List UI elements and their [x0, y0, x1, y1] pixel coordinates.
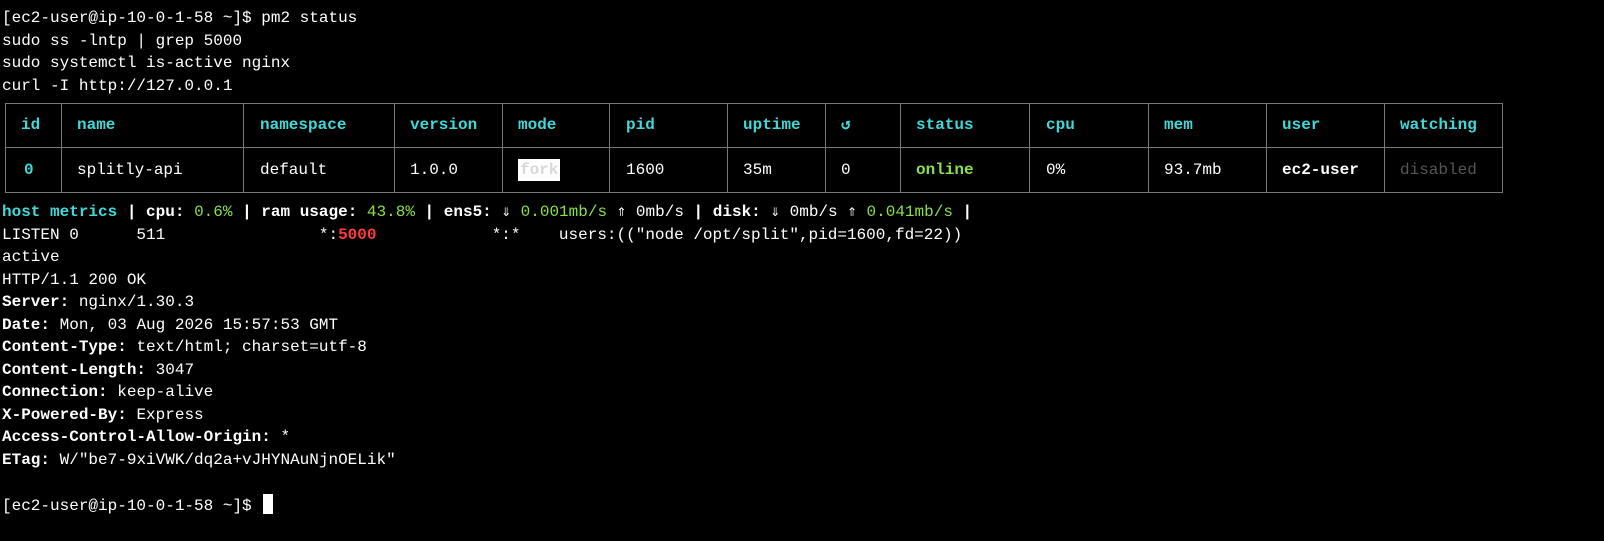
- cell-namespace: default: [260, 161, 328, 179]
- cell-id: 0: [24, 161, 34, 179]
- cell-cpu: 0%: [1046, 161, 1066, 179]
- disk-label: disk:: [712, 203, 761, 221]
- http-header-key: Content-Length:: [2, 360, 147, 379]
- ss-output-line: LISTEN 0 511 *:5000 *:* users:(("node /o…: [2, 224, 1600, 247]
- up-arrow-icon: ⇑: [616, 203, 627, 221]
- ram-label: ram usage:: [261, 203, 358, 221]
- terminal[interactable]: [ec2-user@ip-10-0-1-58 ~]$ pm2 status su…: [2, 7, 1600, 516]
- header-mem: mem: [1164, 116, 1193, 134]
- down-arrow-icon: ⇓: [770, 203, 781, 221]
- http-header-line: Date: Mon, 03 Aug 2026 15:57:53 GMT: [2, 314, 1600, 337]
- host-metrics-label: host metrics: [2, 203, 118, 221]
- http-header-line: Content-Length: 3047: [2, 359, 1600, 382]
- down-arrow-icon: ⇓: [501, 203, 512, 221]
- header-version: version: [410, 116, 478, 134]
- http-header-key: Date:: [2, 315, 51, 334]
- ram-value: 43.8%: [366, 203, 415, 221]
- http-header-value: nginx/1.30.3: [78, 293, 195, 311]
- header-user: user: [1282, 116, 1321, 134]
- http-header-line: Content-Type: text/html; charset=utf-8: [2, 336, 1600, 359]
- header-watching: watching: [1400, 116, 1477, 134]
- http-header-line: X-Powered-By: Express: [2, 404, 1600, 427]
- net-up-value: 0mb/s: [635, 203, 684, 221]
- cpu-value: 0.6%: [194, 203, 233, 221]
- http-status-line: HTTP/1.1 200 OK: [2, 270, 147, 289]
- net-down-value: 0.001mb/s: [520, 203, 608, 221]
- ss-local-port: 5000: [338, 225, 377, 244]
- http-header-value: *: [280, 428, 291, 446]
- http-header-key: X-Powered-By:: [2, 405, 127, 424]
- http-header-value: Express: [136, 405, 204, 424]
- cell-mem: 93.7mb: [1164, 161, 1222, 179]
- cell-status: online: [916, 161, 974, 179]
- http-header-key: Connection:: [2, 383, 108, 401]
- header-name: name: [77, 116, 116, 134]
- disk-down-value: 0mb/s: [789, 203, 838, 221]
- command-text: pm2 status: [261, 9, 358, 27]
- cpu-label: cpu:: [146, 203, 185, 221]
- http-header-key: Access-Control-Allow-Origin:: [2, 428, 271, 446]
- header-mode: mode: [518, 116, 557, 134]
- disk-up-value: 0.041mb/s: [866, 203, 953, 221]
- cell-uptime: 35m: [743, 161, 772, 179]
- nginx-status-line: active: [2, 248, 60, 266]
- table-row: 0 splitly-api default 1.0.0 fork 1600 35…: [5, 159, 1503, 181]
- shell-prompt: [ec2-user@ip-10-0-1-58 ~]$: [2, 9, 252, 27]
- http-header-value: Mon, 03 Aug 2026 15:57:53 GMT: [59, 315, 339, 334]
- http-header-value: 3047: [155, 360, 195, 379]
- shell-prompt: [ec2-user@ip-10-0-1-58 ~]$: [2, 496, 252, 515]
- header-namespace: namespace: [260, 116, 347, 134]
- cell-restarts: 0: [841, 161, 851, 179]
- http-header-line: Server: nginx/1.30.3: [2, 291, 1600, 314]
- cell-pid: 1600: [626, 161, 665, 179]
- cell-mode: fork: [518, 159, 561, 181]
- http-header-value: text/html; charset=utf-8: [136, 338, 367, 356]
- http-header-key: Server:: [2, 293, 70, 311]
- command-line-4: curl -I http://127.0.0.1: [2, 76, 233, 95]
- header-pid: pid: [626, 116, 655, 134]
- http-header-line: ETag: W/"be7-9xiVWK/dq2a+vJHYNAuNjnOELik…: [2, 449, 1600, 472]
- header-id: id: [21, 116, 41, 134]
- command-line-1: [ec2-user@ip-10-0-1-58 ~]$ pm2 status: [2, 7, 1600, 30]
- cell-watching: disabled: [1400, 161, 1477, 179]
- up-arrow-icon: ⇑: [847, 203, 857, 221]
- header-restarts: ↺: [841, 116, 851, 134]
- net-label: ens5:: [443, 203, 492, 221]
- http-header-line: Access-Control-Allow-Origin: *: [2, 426, 1600, 449]
- http-header-value: keep-alive: [117, 383, 214, 401]
- http-header-line: Connection: keep-alive: [2, 381, 1600, 404]
- command-line-3: sudo systemctl is-active nginx: [2, 54, 291, 72]
- active-prompt-line[interactable]: [ec2-user@ip-10-0-1-58 ~]$: [2, 493, 1600, 517]
- ss-peer: *:*: [491, 225, 521, 244]
- host-metrics-line: host metrics | cpu: 0.6% | ram usage: 43…: [2, 203, 973, 221]
- header-uptime: uptime: [743, 116, 801, 134]
- ss-state: LISTEN 0 511: [2, 225, 166, 244]
- table-header-row: id name namespace version mode pid uptim…: [5, 114, 1503, 136]
- command-line-2: sudo ss -lntp | grep 5000: [2, 31, 243, 50]
- pm2-status-table: id name namespace version mode pid uptim…: [5, 103, 1503, 193]
- header-cpu: cpu: [1046, 116, 1075, 134]
- http-header-value: W/"be7-9xiVWK/dq2a+vJHYNAuNjnOELik": [59, 450, 396, 469]
- cell-user: ec2-user: [1282, 161, 1359, 179]
- cell-name: splitly-api: [77, 161, 183, 179]
- http-header-key: Content-Type:: [2, 338, 127, 356]
- ss-process: users:(("node /opt/split",pid=1600,fd=22…: [558, 225, 963, 244]
- ss-local-prefix: *:: [318, 225, 339, 244]
- header-status: status: [916, 116, 974, 134]
- http-header-key: ETag:: [2, 450, 51, 469]
- text-cursor[interactable]: [263, 493, 274, 514]
- cell-version: 1.0.0: [410, 161, 459, 179]
